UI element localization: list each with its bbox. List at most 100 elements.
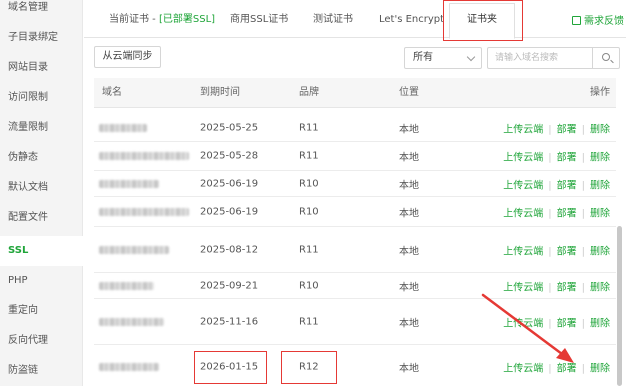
- sidebar-item-reverse-proxy[interactable]: 反向代理: [0, 326, 83, 356]
- domain-redacted: [99, 245, 169, 254]
- sidebar: 域名管理 子目录绑定 网站目录 访问限制 流量限制 伪静态 默认文档 配置文件 …: [0, 0, 83, 386]
- sidebar-item-redirect[interactable]: 重定向: [0, 296, 83, 326]
- header-domain: 域名: [102, 87, 122, 98]
- brand: R11: [299, 150, 319, 162]
- row-actions: 上传云端 | 部署 | 删除: [503, 180, 610, 191]
- upload-cloud-button[interactable]: 上传云端: [503, 124, 543, 135]
- header-location: 位置: [399, 87, 419, 98]
- sidebar-item-rewrite[interactable]: 伪静态: [0, 143, 83, 173]
- toolbar: 从云端同步 所有: [84, 38, 626, 76]
- header-action: 操作: [590, 87, 610, 98]
- sidebar-item-site-dir[interactable]: 网站目录: [0, 53, 83, 83]
- table-header: 域名 到期时间 品牌 位置 操作: [94, 78, 616, 108]
- expiry-date: 2025-08-12: [200, 244, 259, 255]
- deploy-button[interactable]: 部署: [557, 364, 577, 375]
- delete-button[interactable]: 删除: [590, 124, 610, 135]
- row-actions: 上传云端 | 部署 | 删除: [503, 124, 610, 135]
- upload-cloud-button[interactable]: 上传云端: [503, 246, 543, 257]
- deploy-button[interactable]: 部署: [557, 246, 577, 257]
- domain-redacted: [99, 179, 159, 188]
- expiry-date: 2026-01-15: [200, 361, 259, 373]
- delete-button[interactable]: 删除: [590, 364, 610, 375]
- domain-redacted: [99, 317, 164, 326]
- table-row: 2025-09-21 R10 本地 上传云端 | 部署 | 删除: [94, 273, 616, 299]
- sync-from-cloud-button[interactable]: 从云端同步: [94, 46, 161, 68]
- deploy-button[interactable]: 部署: [557, 282, 577, 293]
- brand: R11: [299, 122, 319, 133]
- upload-cloud-button[interactable]: 上传云端: [503, 153, 543, 164]
- header-expiry: 到期时间: [200, 87, 240, 98]
- tab-current-cert-label: 当前证书 -: [109, 14, 159, 25]
- sidebar-item-ssl[interactable]: SSL: [0, 236, 83, 266]
- sidebar-item-config[interactable]: 配置文件: [0, 203, 83, 233]
- deploy-button[interactable]: 部署: [557, 318, 577, 329]
- sidebar-item-domain[interactable]: 域名管理: [0, 0, 83, 20]
- domain-redacted: [99, 207, 189, 216]
- tab-cert-folder[interactable]: 证书夹: [449, 3, 515, 39]
- search-icon: [602, 53, 610, 61]
- brand: R11: [299, 244, 319, 255]
- row-actions: 上传云端 | 部署 | 删除: [503, 363, 610, 375]
- sidebar-item-default-doc[interactable]: 默认文档: [0, 173, 83, 203]
- upload-cloud-button[interactable]: 上传云端: [503, 180, 543, 191]
- sidebar-item-traffic-limit[interactable]: 流量限制: [0, 113, 83, 143]
- delete-button[interactable]: 删除: [590, 208, 610, 219]
- location: 本地: [399, 152, 419, 164]
- sidebar-item-hotlink[interactable]: 防盗链: [0, 356, 83, 386]
- feedback-link[interactable]: 需求反馈: [572, 12, 624, 27]
- upload-cloud-button[interactable]: 上传云端: [503, 364, 543, 375]
- sidebar-item-access-limit[interactable]: 访问限制: [0, 83, 83, 113]
- deployed-ssl-badge: [已部署SSL]: [158, 14, 216, 25]
- delete-button[interactable]: 删除: [590, 282, 610, 293]
- tab-commercial-ssl[interactable]: 商用SSL证书: [230, 10, 288, 30]
- domain-redacted: [99, 152, 189, 160]
- location: 本地: [399, 180, 419, 191]
- row-actions: 上传云端 | 部署 | 删除: [503, 246, 610, 257]
- tab-current-cert[interactable]: 当前证书 - [已部署SSL]: [109, 10, 215, 30]
- row-actions: 上传云端 | 部署 | 删除: [503, 152, 610, 164]
- table-row: 2025-05-25 R11 本地 上传云端 | 部署 | 删除: [94, 114, 616, 142]
- table-row: 2025-06-19 R10 本地 上传云端 | 部署 | 删除: [94, 171, 616, 197]
- brand: R11: [299, 316, 319, 327]
- deploy-button[interactable]: 部署: [557, 180, 577, 191]
- delete-button[interactable]: 删除: [590, 318, 610, 329]
- expiry-date: 2025-06-19: [200, 178, 259, 189]
- location: 本地: [399, 124, 419, 135]
- row-actions: 上传云端 | 部署 | 删除: [503, 318, 610, 329]
- tab-test-cert[interactable]: 测试证书: [313, 10, 353, 30]
- main-content: 当前证书 - [已部署SSL] 商用SSL证书 测试证书 Let's Encry…: [84, 0, 626, 386]
- table-row: 2026-01-15 R12 本地 上传云端 | 部署 | 删除: [94, 345, 616, 386]
- ssl-panel: 域名管理 子目录绑定 网站目录 访问限制 流量限制 伪静态 默认文档 配置文件 …: [0, 0, 626, 386]
- brand: R12: [299, 361, 319, 373]
- filter-select[interactable]: 所有: [404, 47, 482, 69]
- expiry-date: 2025-11-16: [200, 316, 259, 327]
- domain-redacted: [99, 281, 154, 290]
- expiry-date: 2025-09-21: [200, 280, 259, 291]
- deploy-button[interactable]: 部署: [557, 153, 577, 164]
- deploy-button[interactable]: 部署: [557, 208, 577, 219]
- upload-cloud-button[interactable]: 上传云端: [503, 208, 543, 219]
- upload-cloud-button[interactable]: 上传云端: [503, 318, 543, 329]
- sidebar-item-php[interactable]: PHP: [0, 266, 83, 296]
- search-button[interactable]: [592, 47, 620, 69]
- delete-button[interactable]: 删除: [590, 153, 610, 164]
- upload-cloud-button[interactable]: 上传云端: [503, 282, 543, 293]
- scrollbar-thumb[interactable]: [617, 226, 622, 386]
- domain-search-input[interactable]: [487, 47, 592, 69]
- brand: R10: [299, 206, 319, 217]
- expiry-date: 2025-05-28: [200, 150, 259, 162]
- brand: R10: [299, 280, 319, 291]
- location: 本地: [399, 363, 419, 375]
- tab-bar: 当前证书 - [已部署SSL] 商用SSL证书 测试证书 Let's Encry…: [84, 0, 626, 41]
- deploy-button[interactable]: 部署: [557, 124, 577, 135]
- delete-button[interactable]: 删除: [590, 180, 610, 191]
- chevron-down-icon: [466, 52, 476, 62]
- brand: R10: [299, 178, 319, 189]
- feedback-icon: [572, 16, 581, 25]
- sidebar-item-subdir[interactable]: 子目录绑定: [0, 23, 83, 53]
- domain-redacted: [99, 363, 159, 371]
- location: 本地: [399, 318, 419, 329]
- delete-button[interactable]: 删除: [590, 246, 610, 257]
- table-row: 2025-11-16 R11 本地 上传云端 | 部署 | 删除: [94, 299, 616, 345]
- tab-letsencrypt[interactable]: Let's Encrypt: [379, 10, 444, 30]
